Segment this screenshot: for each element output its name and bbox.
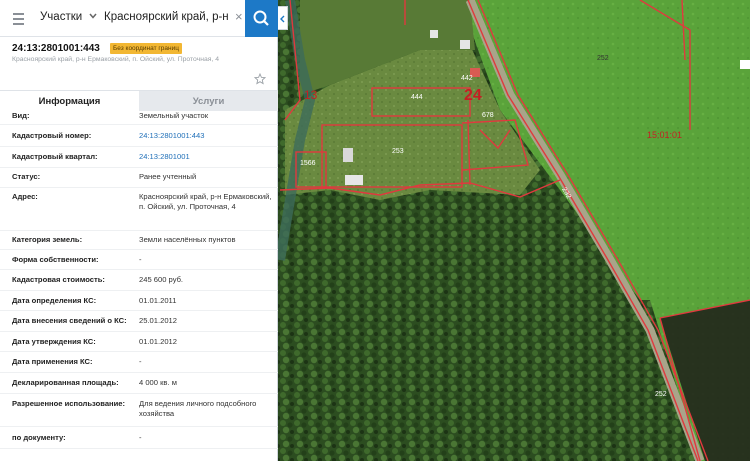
field-label: Дата применения КС: [12,357,93,366]
field-value: 4 000 кв. м [139,378,177,387]
field-row: Кадастровый квартал: 24:13:2801001 [0,147,278,168]
parcel-label: 253 [392,148,404,155]
field-label: Адрес: [12,192,38,201]
field-value: Ранее учтенный [139,172,197,181]
field-value: Земельный участок [139,111,209,120]
parcel-label: 252 [655,391,667,398]
field-label: Форма собственности: [12,255,99,264]
field-row: Дата внесения сведений о КС: 25.01.2012 [0,311,278,332]
field-label: Статус: [12,172,41,181]
parcel-label: 442 [461,75,473,82]
field-row: Вид: Земельный участок [0,111,278,125]
field-value: - [139,255,142,264]
building [343,148,353,162]
building [430,30,438,38]
field-value: - [139,433,142,442]
field-row: Форма собственности: - [0,250,278,270]
field-label: Кадастровый квартал: [12,152,98,161]
field-label: Дата внесения сведений о КС: [12,316,127,325]
field-row: Кадастровый номер: 24:13:2801001:443 [0,125,278,147]
field-label: Декларированная площадь: [12,378,119,387]
field-row: по документу: - [0,427,278,449]
parcel-label: 444 [411,94,423,101]
field-label: Дата утверждения КС: [12,337,96,346]
field-label: Кадастровый номер: [12,131,92,140]
field-label: по документу: [12,433,66,442]
field-value: 245 600 руб. [139,275,184,284]
field-value: 25.01.2012 [139,316,178,325]
menu-icon[interactable] [9,9,33,29]
field-value-link[interactable]: 24:13:2801001:443 [139,131,273,141]
field-row: Разрешенное использование: Для ведения л… [0,394,278,427]
search-icon [253,10,269,26]
field-row: Кадастровая стоимость: 245 600 руб. [0,270,278,291]
parcel-label: 1566 [300,160,316,167]
field-row: Дата определения КС: 01.01.2011 [0,291,278,311]
chevron-left-icon [280,15,285,23]
field-label: Разрешенное использование: [12,399,126,408]
layer-select[interactable]: Участки [40,11,82,23]
parcel-label: 15:01:01 [647,130,682,140]
field-value: 01.01.2012 [139,337,178,346]
field-row: Дата утверждения КС: 01.01.2012 [0,332,278,352]
field-row: Дата применения КС: - [0,352,278,373]
field-value: 01.01.2011 [139,296,177,305]
field-value: - [139,357,142,366]
label-box [740,60,750,69]
star-icon[interactable] [254,73,266,85]
field-label: Вид: [12,111,30,120]
tab-info[interactable]: Информация [0,90,139,111]
tab-services[interactable]: Услуги [139,90,278,111]
field-row: Адрес: Красноярский край, р-н Ермаковски… [0,188,278,231]
parcel-label: 678 [482,112,494,119]
parcel-label: 252 [597,55,609,62]
field-label: Категория земель: [12,235,83,244]
field-row: Статус: Ранее учтенный [0,168,278,188]
cadastral-number-title: 24:13:2801001:443 [12,43,100,54]
field-value: Для ведения личного подсобного хозяйства [139,399,257,418]
info-fields: Вид: Земельный участок Кадастровый номер… [0,111,278,461]
building [345,175,363,185]
field-value: Земли населённых пунктов [139,235,236,244]
status-badge: Без координат границ [110,43,182,54]
info-panel: Участки Красноярский край, р-н Ерма × 24… [0,0,288,461]
search-input[interactable]: Красноярский край, р-н Ерма [104,11,232,23]
parcel-label: 24 [464,87,482,104]
field-row: Декларированная площадь: 4 000 кв. м [0,373,278,394]
field-label: Дата определения КС: [12,296,97,305]
parcel-label: 13 [304,88,318,102]
object-address: Красноярский край, р-н Ермаковский, п. О… [12,56,219,63]
field-value: Красноярский край, р-н Ермаковский, п. О… [139,192,272,211]
search-button[interactable] [245,0,278,37]
chevron-down-icon[interactable] [88,11,98,21]
field-value-link[interactable]: 24:13:2801001 [139,152,273,162]
field-label: Кадастровая стоимость: [12,275,105,284]
clear-search-button[interactable]: × [235,9,243,24]
search-bar: Участки Красноярский край, р-н Ерма × [0,0,278,37]
collapse-panel-button[interactable] [278,6,288,30]
building [460,40,470,49]
field-row: Категория земель: Земли населённых пункт… [0,231,278,250]
